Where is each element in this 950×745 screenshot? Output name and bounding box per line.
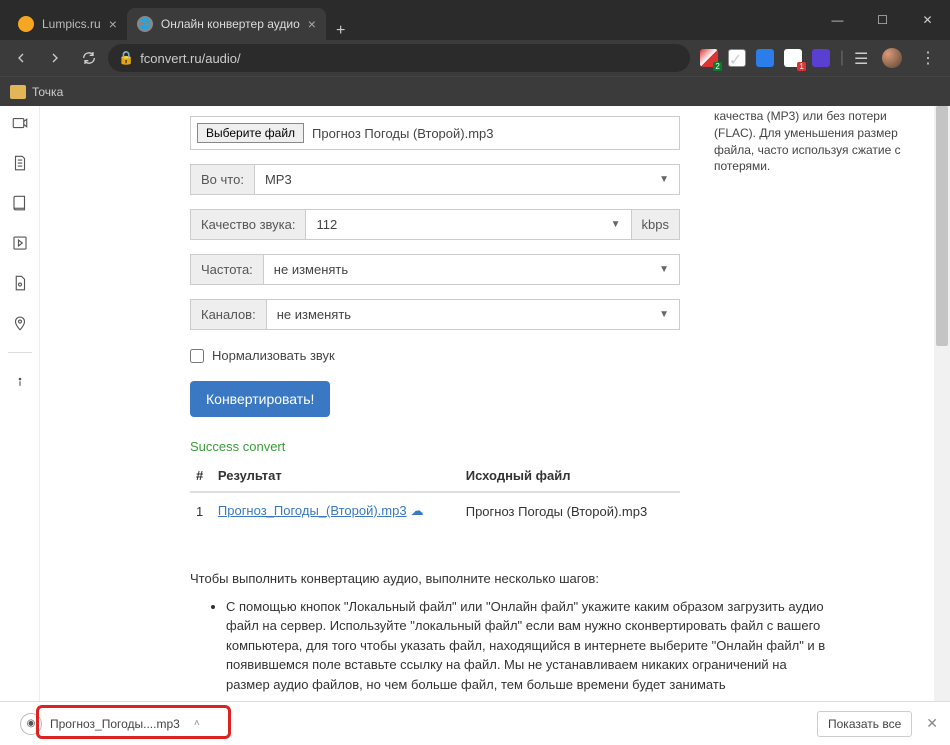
download-filename: Прогноз_Погоды....mp3	[50, 717, 180, 731]
scrollbar-track[interactable]	[934, 106, 950, 701]
close-icon[interactable]: ×	[109, 16, 117, 32]
extension-icon[interactable]	[756, 49, 774, 67]
reload-button[interactable]	[74, 43, 104, 73]
folder-icon	[10, 85, 26, 99]
book-icon[interactable]	[9, 192, 31, 214]
chevron-down-icon: ▼	[611, 219, 621, 230]
extension-icon[interactable]: 2	[700, 49, 718, 67]
new-tab-button[interactable]: +	[326, 22, 355, 40]
tab-converter[interactable]: 🌐 Онлайн конвертер аудио ×	[127, 8, 326, 40]
info-icon[interactable]	[9, 371, 31, 393]
extension-icon[interactable]: ✓	[728, 49, 746, 67]
selected-filename: Прогноз Погоды (Второй).mp3	[312, 126, 493, 141]
menu-button[interactable]: ⋮	[912, 48, 944, 68]
reading-list-icon[interactable]: ☰	[854, 49, 872, 67]
lock-icon: 🔒	[118, 50, 134, 66]
bookmark-item[interactable]: Точка	[32, 85, 63, 99]
convert-button[interactable]: Конвертировать!	[190, 381, 330, 417]
table-row: 1 Прогноз_Погоды_(Второй).mp3☁ Прогноз П…	[190, 492, 680, 529]
back-button[interactable]	[6, 43, 36, 73]
audio-icon[interactable]	[9, 232, 31, 254]
success-message: Success convert	[190, 439, 680, 454]
format-label: Во что:	[190, 164, 254, 195]
result-download-link[interactable]: Прогноз_Погоды_(Второй).mp3	[218, 503, 407, 518]
forward-button[interactable]	[40, 43, 70, 73]
frequency-label: Частота:	[190, 254, 263, 285]
url-text: fconvert.ru/audio/	[140, 51, 240, 66]
col-source: Исходный файл	[460, 460, 680, 492]
scrollbar-thumb[interactable]	[936, 106, 948, 346]
tab-title: Lumpics.ru	[42, 17, 101, 31]
globe-icon: 🌐	[137, 16, 153, 32]
tab-title: Онлайн конвертер аудио	[161, 17, 300, 31]
download-shelf: ◉ Прогноз_Погоды....mp3 ˄ Показать все ✕	[0, 701, 950, 745]
side-info-text: качества (MP3) или без потери (FLAC). Дл…	[714, 108, 924, 175]
show-all-button[interactable]: Показать все	[817, 711, 912, 737]
close-icon[interactable]: ✕	[926, 715, 938, 732]
extension-icon[interactable]	[812, 49, 830, 67]
normalize-label: Нормализовать звук	[212, 348, 335, 363]
file-input-row: Выберите файл Прогноз Погоды (Второй).mp…	[190, 116, 680, 150]
bookmarks-bar: Точка	[0, 76, 950, 106]
favicon-lumpics	[18, 16, 34, 32]
quality-select[interactable]: 112▼	[305, 209, 631, 240]
toolbar: 🔒 fconvert.ru/audio/ 2 ✓ 1 | ☰ ⋮	[0, 40, 950, 76]
minimize-button[interactable]: ―	[815, 5, 860, 35]
video-icon[interactable]	[9, 112, 31, 134]
normalize-checkbox[interactable]	[190, 349, 204, 363]
address-bar[interactable]: 🔒 fconvert.ru/audio/	[108, 44, 690, 72]
results-table: # Результат Исходный файл 1 Прогноз_Пого…	[190, 460, 680, 529]
chevron-down-icon: ▼	[659, 309, 669, 320]
download-item[interactable]: ◉ Прогноз_Погоды....mp3 ˄	[12, 709, 208, 739]
extension-icon[interactable]: 1	[784, 49, 802, 67]
close-icon[interactable]: ×	[308, 16, 316, 32]
quality-label: Качество звука:	[190, 209, 305, 240]
cloud-icon[interactable]: ☁	[411, 503, 424, 518]
tab-lumpics[interactable]: Lumpics.ru ×	[8, 8, 127, 40]
file-icon: ◉	[20, 713, 42, 735]
titlebar: Lumpics.ru × 🌐 Онлайн конвертер аудио × …	[0, 0, 950, 40]
col-number: #	[190, 460, 212, 492]
instructions: Чтобы выполнить конвертацию аудио, выпол…	[190, 569, 830, 694]
chevron-down-icon: ▼	[659, 264, 669, 275]
channels-select[interactable]: не изменять▼	[266, 299, 680, 330]
frequency-select[interactable]: не изменять▼	[263, 254, 680, 285]
choose-file-button[interactable]: Выберите файл	[197, 123, 304, 143]
format-select[interactable]: MP3▼	[254, 164, 680, 195]
document-icon[interactable]	[9, 152, 31, 174]
close-button[interactable]: ✕	[905, 5, 950, 35]
quality-unit: kbps	[632, 209, 680, 240]
maximize-button[interactable]: ☐	[860, 5, 905, 35]
channels-label: Каналов:	[190, 299, 266, 330]
avatar[interactable]	[882, 48, 902, 68]
chevron-up-icon[interactable]: ˄	[194, 718, 200, 729]
file-icon[interactable]	[9, 272, 31, 294]
sidebar-nav	[0, 106, 40, 701]
location-icon[interactable]	[9, 312, 31, 334]
col-result: Результат	[212, 460, 460, 492]
chevron-down-icon: ▼	[659, 174, 669, 185]
